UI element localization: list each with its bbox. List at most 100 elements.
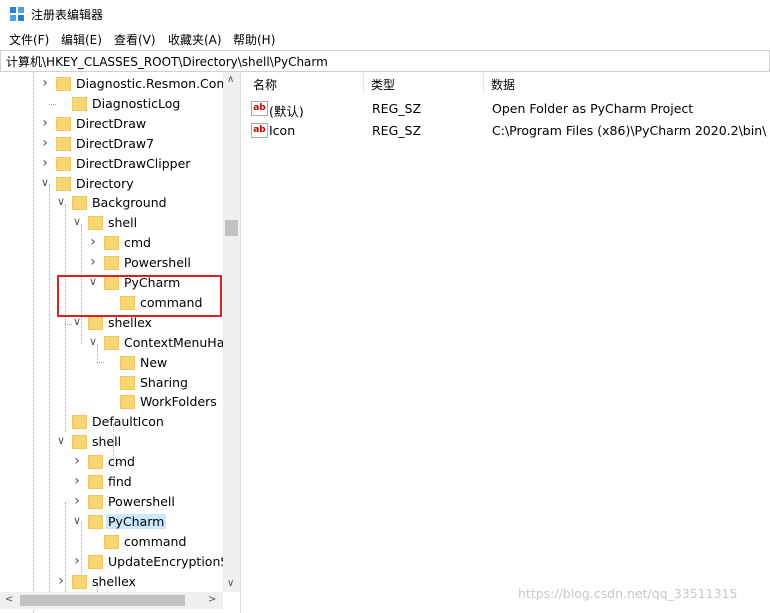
folder-icon [104, 335, 119, 350]
tree-vertical-scrollbar[interactable]: ∧ ∨ [223, 72, 240, 592]
tree-connector [104, 396, 114, 406]
folder-icon [120, 355, 135, 370]
chevron-right-icon[interactable]: › [40, 116, 50, 130]
tree-item-label: shellex [92, 573, 136, 589]
chevron-down-icon[interactable]: ∨ [88, 336, 98, 347]
folder-icon [72, 435, 87, 450]
folder-icon [104, 236, 119, 251]
folder-icon [88, 475, 103, 489]
column-data-label: 数据 [491, 78, 516, 92]
column-type-label: 类型 [371, 78, 396, 92]
tree-item-label: UpdateEncryptionSettings [108, 553, 240, 569]
tree-item-label: DefaultIcon [92, 414, 164, 430]
chevron-right-icon[interactable]: › [72, 454, 82, 468]
folder-icon [88, 315, 103, 330]
tree-item-label: shellex [108, 314, 152, 330]
folder-icon [72, 415, 87, 430]
chevron-right-icon[interactable]: › [56, 574, 66, 588]
value-name: (默认) [269, 104, 304, 119]
menu-help[interactable]: 帮助(H) [233, 31, 275, 48]
value-data: C:\Program Files (x86)\PyCharm 2020.2\bi… [492, 123, 767, 138]
chevron-down-icon[interactable]: ∨ [56, 196, 66, 207]
tree-connector [104, 357, 114, 367]
tree-item-label: DirectDraw [76, 115, 147, 131]
tree-item-label: Diagnostic.Resmon.Config [76, 76, 241, 91]
chevron-down-icon[interactable]: ∨ [56, 435, 66, 446]
tree-connector [104, 377, 114, 387]
folder-icon [88, 216, 103, 231]
column-header-name[interactable]: 名称 [245, 72, 364, 94]
value-row[interactable]: ab (默认) REG_SZ Open Folder as PyCharm Pr… [245, 97, 770, 119]
tree-item-label: shell [108, 215, 138, 231]
tree-item-label: command [124, 533, 187, 549]
tree-guide-line [81, 522, 82, 582]
scroll-thumb[interactable] [225, 220, 238, 236]
folder-icon [56, 77, 71, 91]
string-value-icon: ab [251, 101, 268, 116]
folder-icon [120, 395, 135, 410]
chevron-down-icon[interactable]: ∨ [72, 316, 82, 327]
window-title: 注册表编辑器 [31, 8, 104, 22]
address-bar[interactable]: 计算机\HKEY_CLASSES_ROOT\Directory\shell\Py… [0, 50, 770, 72]
chevron-right-icon[interactable]: › [72, 474, 82, 488]
values-pane[interactable]: 名称 类型 数据 ab (默认) REG_SZ Open Folder as P… [245, 72, 770, 613]
chevron-right-icon[interactable]: › [72, 494, 82, 508]
scroll-left-arrow-icon[interactable]: < [5, 594, 13, 605]
column-header-type[interactable]: 类型 [363, 72, 484, 94]
tree-item-label: WorkFolders [140, 394, 217, 410]
chevron-right-icon[interactable]: › [40, 76, 50, 90]
folder-icon [88, 494, 103, 509]
chevron-down-icon[interactable]: ∨ [40, 177, 50, 188]
tree-item-label: DirectDraw7 [76, 135, 155, 151]
menu-file[interactable]: 文件(F) [9, 31, 49, 48]
tree-horizontal-scrollbar[interactable]: < > [0, 592, 223, 609]
value-type: REG_SZ [372, 123, 422, 138]
string-value-icon: ab [251, 123, 268, 138]
chevron-right-icon[interactable]: › [40, 136, 50, 150]
folder-icon [56, 136, 71, 151]
chevron-right-icon[interactable]: › [72, 554, 82, 568]
menu-favorites[interactable]: 收藏夹(A) [168, 31, 222, 48]
hscroll-thumb[interactable] [20, 595, 185, 606]
tree-guide-line [49, 184, 50, 592]
folder-icon [56, 176, 71, 191]
folder-icon [56, 156, 71, 171]
value-name: Icon [269, 123, 296, 138]
column-header-data[interactable]: 数据 [483, 72, 770, 94]
tree-item-label: Powershell [124, 255, 191, 271]
chevron-down-icon[interactable]: ∨ [72, 216, 82, 227]
folder-icon [88, 514, 103, 529]
chevron-right-icon[interactable]: › [88, 235, 98, 249]
value-type: REG_SZ [372, 101, 422, 116]
value-row[interactable]: ab Icon REG_SZ C:\Program Files (x86)\Py… [245, 119, 770, 141]
tree-pane[interactable]: › Diagnostic.Resmon.Config DiagnosticLog › D… [0, 72, 241, 613]
folder-icon [120, 375, 135, 390]
tree-item-label: PyCharm [106, 513, 167, 529]
chevron-down-icon[interactable]: ∨ [72, 515, 82, 526]
tree-item-label: DiagnosticLog [92, 95, 181, 111]
scroll-up-arrow-icon[interactable]: ∧ [227, 74, 234, 85]
menu-view[interactable]: 查看(V) [114, 31, 156, 48]
menu-bar: 文件(F) 编辑(E) 查看(V) 收藏夹(A) 帮助(H) [0, 28, 770, 50]
scroll-down-arrow-icon[interactable]: ∨ [227, 578, 234, 589]
tree-guide-line [97, 344, 98, 364]
scroll-right-arrow-icon[interactable]: > [208, 594, 216, 605]
tree-item-label: Powershell [108, 493, 175, 509]
chevron-right-icon[interactable]: › [40, 156, 50, 170]
folder-icon [72, 196, 87, 211]
tree-item-label: New [140, 354, 168, 370]
folder-icon [88, 554, 103, 569]
folder-icon [104, 534, 119, 549]
tree-item-label: Sharing [140, 374, 188, 390]
chevron-right-icon[interactable]: › [88, 255, 98, 269]
menu-edit[interactable]: 编辑(E) [61, 31, 102, 48]
tree-item-label: cmd [108, 454, 135, 470]
folder-icon [72, 574, 87, 589]
watermark: https://blog.csdn.net/qq_33511315 [518, 586, 738, 601]
folder-icon [56, 116, 71, 131]
tree-guide-line [97, 362, 104, 363]
tree-item-label: shell [92, 434, 122, 450]
tree-item-label: DirectDrawClipper [76, 155, 191, 171]
annotation-highlight-box [57, 275, 222, 317]
address-path: 计算机\HKEY_CLASSES_ROOT\Directory\shell\Py… [6, 55, 328, 69]
